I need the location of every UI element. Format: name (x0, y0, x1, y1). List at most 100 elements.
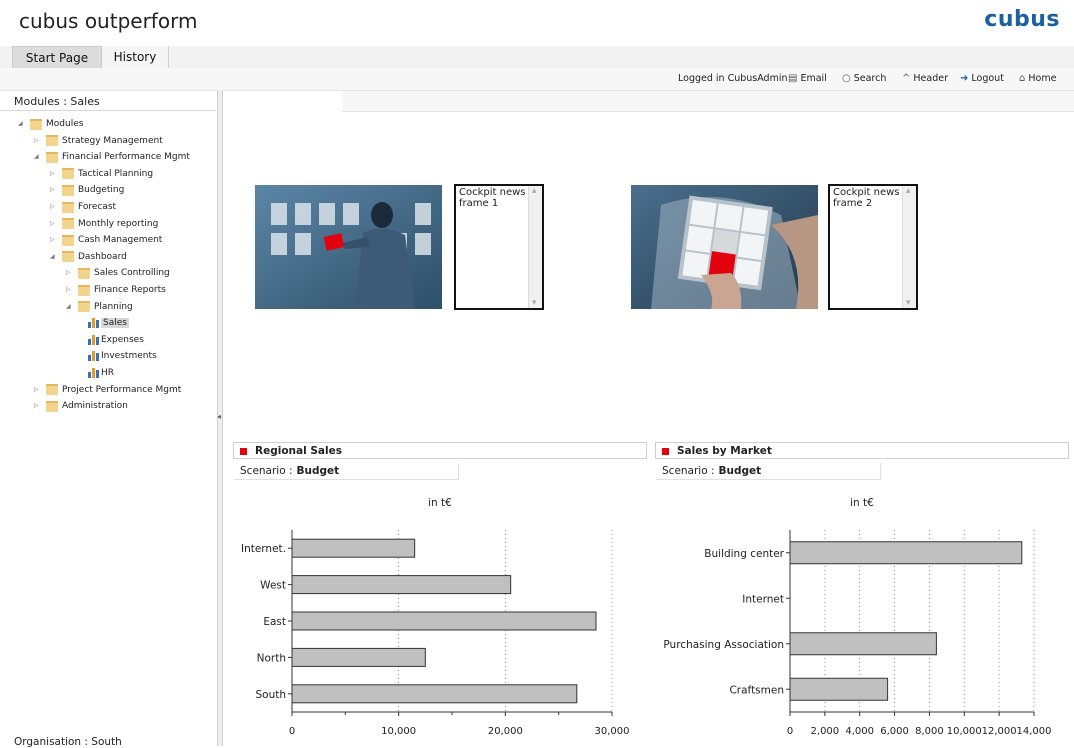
bar[interactable] (291, 684, 578, 704)
collapsed-arrow-icon[interactable]: ▷ (34, 133, 44, 149)
bar[interactable] (291, 647, 426, 667)
x-tick-label: 0 (289, 726, 295, 737)
tree-node[interactable]: ▷ Project Performance Mgmt (34, 382, 181, 398)
expanded-arrow-icon[interactable]: ◢ (34, 149, 44, 165)
folder-icon (62, 184, 74, 196)
bar-chart-icon (88, 368, 100, 378)
command-bar: Logged in CubusAdmin ▤ Email ○ Search ^ Hea… (0, 68, 1074, 91)
tree-node-label: Monthly reporting (78, 218, 159, 229)
collapsed-arrow-icon[interactable]: ▷ (66, 265, 76, 281)
folder-icon (62, 168, 74, 180)
cockpit-image-1 (255, 185, 442, 309)
cockpit-news-frame-1[interactable]: Cockpit news frame 1 (454, 184, 544, 310)
tab-strip: Start Page History (0, 46, 1074, 69)
collapsed-arrow-icon[interactable]: ▷ (34, 382, 44, 398)
bar[interactable] (789, 632, 937, 656)
tree-node-label: Financial Performance Mgmt (62, 152, 190, 163)
category-label: Building center (704, 548, 784, 560)
red-square-icon (240, 447, 247, 455)
expanded-arrow-icon[interactable]: ◢ (18, 116, 28, 132)
tree-node-label: Planning (94, 301, 133, 312)
email-link[interactable]: ▤ Email (788, 73, 827, 84)
news-frame-2-scrollbar[interactable] (902, 186, 916, 308)
chart-subtitle: in t€ (428, 497, 452, 509)
tree-node-label: Investments (101, 351, 157, 362)
folder-icon (62, 251, 74, 263)
tree-node[interactable]: Sales (86, 315, 129, 331)
x-tick-label: 2,000 (811, 726, 840, 737)
tree-node[interactable]: ◢ Dashboard (50, 249, 127, 265)
tree-node[interactable]: Expenses (86, 332, 144, 348)
tree-node[interactable]: Investments (86, 348, 157, 364)
category-label: Internet. (241, 543, 286, 555)
tree-node-label: Modules (46, 119, 84, 129)
tree-node[interactable]: ▷ Sales Controlling (66, 265, 170, 281)
tab-start-page[interactable]: Start Page (12, 46, 102, 69)
collapsed-arrow-icon[interactable]: ▷ (50, 199, 60, 215)
folder-icon (30, 118, 42, 130)
tree-node[interactable]: ▷ Administration (34, 398, 128, 414)
tree-node[interactable]: ▷ Tactical Planning (50, 166, 153, 182)
tree-node[interactable]: ▷ Budgeting (50, 182, 124, 198)
collapsed-arrow-icon[interactable]: ▷ (50, 182, 60, 198)
tree-node-label: Tactical Planning (78, 168, 154, 179)
bar[interactable] (291, 611, 597, 631)
home-label: Home (1028, 73, 1057, 84)
bar[interactable] (789, 541, 1023, 565)
logout-link[interactable]: ➜ Logout (960, 73, 1004, 84)
tree-node[interactable]: HR (86, 365, 114, 381)
regional-sales-scenario[interactable]: Scenario : Budget (234, 463, 459, 480)
expanded-arrow-icon[interactable]: ◢ (66, 299, 76, 315)
search-icon: ○ (842, 73, 851, 84)
tree-node[interactable]: ▷ Monthly reporting (50, 216, 158, 232)
collapsed-arrow-icon[interactable]: ▷ (50, 166, 60, 182)
tree-node[interactable]: ◢ Planning (66, 299, 133, 315)
logout-label: Logout (971, 73, 1004, 84)
chevron-up-icon: ^ (902, 73, 911, 84)
tree-node[interactable]: ▷ Finance Reports (66, 282, 166, 298)
collapse-handle-icon[interactable]: ◂ (217, 412, 221, 430)
tree-node[interactable]: ◢ Financial Performance Mgmt (34, 149, 190, 165)
chart-subtitle: in t€ (850, 497, 874, 509)
home-icon: ⌂ (1019, 73, 1026, 84)
news-frame-1-scrollbar[interactable] (528, 186, 542, 308)
header-link[interactable]: ^ Header (902, 73, 948, 84)
category-label: Internet (742, 593, 784, 605)
tree-node-label: Forecast (78, 202, 117, 212)
content-tab[interactable] (224, 91, 342, 112)
tree-node-label: Project Performance Mgmt (62, 384, 182, 395)
regional-sales-title: Regional Sales (255, 445, 342, 457)
tree-node-label: Cash Management (78, 235, 163, 246)
tree-node-label: Administration (62, 401, 128, 412)
cockpit-news-frame-2[interactable]: Cockpit news frame 2 (828, 184, 918, 310)
app-title: cubus outperform (19, 9, 198, 33)
bar[interactable] (789, 677, 889, 701)
tree-node[interactable]: ▷ Forecast (50, 199, 116, 215)
folder-icon (78, 267, 90, 279)
x-tick-label: 20,000 (488, 726, 523, 737)
module-breadcrumb: Modules : Sales (0, 93, 216, 111)
bar[interactable] (291, 575, 512, 595)
home-link[interactable]: ⌂ Home (1019, 73, 1056, 84)
collapsed-arrow-icon[interactable]: ▷ (66, 282, 76, 298)
tree-node[interactable]: ▷ Cash Management (50, 232, 162, 248)
tree-node[interactable]: ◢ Modules (18, 116, 83, 132)
tree-node[interactable]: ▷ Strategy Management (34, 133, 163, 149)
collapsed-arrow-icon[interactable]: ▷ (50, 232, 60, 248)
collapsed-arrow-icon[interactable]: ▷ (50, 216, 60, 232)
folder-icon (78, 284, 90, 296)
expanded-arrow-icon[interactable]: ◢ (50, 249, 60, 265)
scenario-value: Budget (718, 465, 762, 477)
x-tick-label: 10,000 (947, 726, 982, 737)
sales-by-market-title: Sales by Market (677, 445, 772, 457)
cubus-logo: cubus (984, 7, 1060, 32)
collapsed-arrow-icon[interactable]: ▷ (34, 398, 44, 414)
tab-history[interactable]: History (102, 46, 169, 68)
sales-by-market-scenario[interactable]: Scenario : Budget (656, 463, 881, 480)
tree-node-label: Dashboard (78, 251, 127, 262)
category-label: Craftsmen (729, 684, 784, 696)
category-label: Purchasing Association (663, 639, 784, 651)
search-link[interactable]: ○ Search (842, 73, 886, 84)
regional-sales-panel-header: Regional Sales (233, 442, 647, 459)
bar[interactable] (291, 538, 416, 558)
